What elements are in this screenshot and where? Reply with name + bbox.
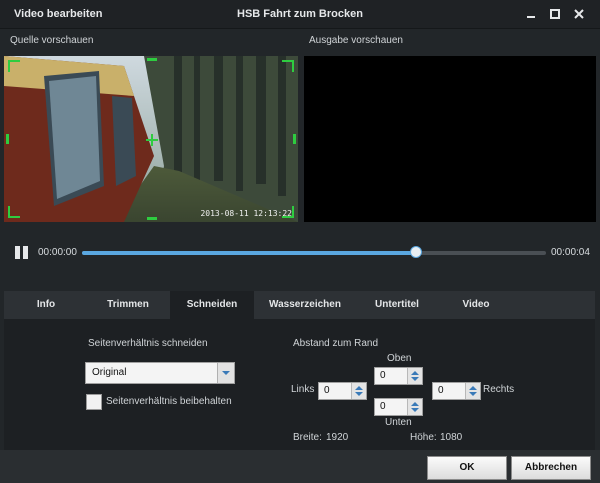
crop-handle-top-right[interactable]: [282, 60, 294, 72]
minimize-icon: [527, 16, 535, 18]
crop-handle-top-left[interactable]: [8, 60, 20, 72]
tab-bar: Info Trimmen Schneiden Wasserzeichen Unt…: [4, 291, 595, 319]
height-value: 1080: [440, 432, 463, 443]
minimize-button[interactable]: [522, 5, 540, 23]
aspect-ratio-select[interactable]: Original: [85, 362, 235, 384]
left-margin-stepper[interactable]: 0: [318, 382, 367, 400]
tab-trimmen[interactable]: Trimmen: [87, 291, 169, 319]
tab-info[interactable]: Info: [6, 291, 86, 319]
output-preview: [304, 56, 596, 222]
tab-video[interactable]: Video: [440, 291, 512, 319]
tab-wasserzeichen[interactable]: Wasserzeichen: [256, 291, 354, 319]
bottom-margin-stepper[interactable]: 0: [374, 398, 423, 416]
aspect-ratio-label: Seitenverhältnis schneiden: [88, 338, 208, 349]
total-time: 00:00:04: [551, 247, 590, 258]
height-label: Höhe:: [410, 432, 437, 443]
margin-label: Abstand zum Rand: [293, 338, 379, 349]
source-preview-label: Quelle vorschauen: [10, 35, 94, 46]
width-label: Breite:: [293, 432, 322, 443]
aspect-ratio-value: Original: [92, 367, 127, 378]
left-margin-value: 0: [324, 385, 330, 396]
ok-button[interactable]: OK: [427, 456, 507, 480]
current-time: 00:00:00: [38, 247, 77, 258]
pause-button[interactable]: [14, 245, 30, 261]
stepper-arrows-icon[interactable]: [351, 383, 366, 399]
bottom-margin-label: Unten: [385, 417, 412, 428]
video-timestamp: 2013-08-11 12:13:22: [200, 209, 292, 218]
dialog-footer: OK Abbrechen: [0, 450, 600, 483]
maximize-icon: [550, 9, 560, 19]
bottom-margin-value: 0: [380, 401, 386, 412]
crop-handle-right[interactable]: [293, 134, 296, 144]
tab-untertitel[interactable]: Untertitel: [356, 291, 438, 319]
output-preview-label: Ausgabe vorschauen: [309, 35, 403, 46]
chevron-down-icon: [217, 363, 234, 383]
left-margin-label: Links: [291, 384, 315, 395]
close-button[interactable]: [570, 5, 588, 23]
right-margin-stepper[interactable]: 0: [432, 382, 481, 400]
crop-handle-bottom-left[interactable]: [8, 206, 20, 218]
crop-handle-left[interactable]: [6, 134, 9, 144]
right-margin-label: Rechts: [483, 384, 515, 395]
seek-thumb[interactable]: [410, 246, 423, 258]
title-bar: Video bearbeiten HSB Fahrt zum Brocken: [0, 0, 600, 29]
width-value: 1920: [326, 432, 349, 443]
stepper-arrows-icon[interactable]: [407, 399, 422, 415]
cancel-button[interactable]: Abbrechen: [511, 456, 591, 480]
stepper-arrows-icon[interactable]: [465, 383, 480, 399]
right-margin-value: 0: [438, 385, 444, 396]
keep-aspect-checkbox[interactable]: [86, 394, 102, 410]
pause-icon: [15, 246, 28, 259]
playback-bar: 00:00:00 00:00:04: [0, 238, 600, 268]
top-margin-label: Oben: [387, 353, 412, 364]
top-margin-value: 0: [380, 370, 386, 381]
crop-center-icon[interactable]: [146, 134, 158, 146]
maximize-button[interactable]: [546, 5, 564, 23]
top-margin-stepper[interactable]: 0: [374, 367, 423, 385]
keep-aspect-label: Seitenverhältnis beibehalten: [106, 396, 232, 407]
crop-handle-top[interactable]: [147, 58, 157, 61]
crop-handle-bottom[interactable]: [147, 217, 157, 220]
close-icon: [574, 9, 584, 19]
seek-progress-fill: [82, 251, 417, 255]
tab-schneiden[interactable]: Schneiden: [170, 291, 254, 319]
document-title: HSB Fahrt zum Brocken: [237, 8, 363, 20]
stepper-arrows-icon[interactable]: [407, 368, 422, 384]
seek-slider[interactable]: [82, 246, 546, 258]
source-preview[interactable]: 2013-08-11 12:13:22: [4, 56, 298, 222]
